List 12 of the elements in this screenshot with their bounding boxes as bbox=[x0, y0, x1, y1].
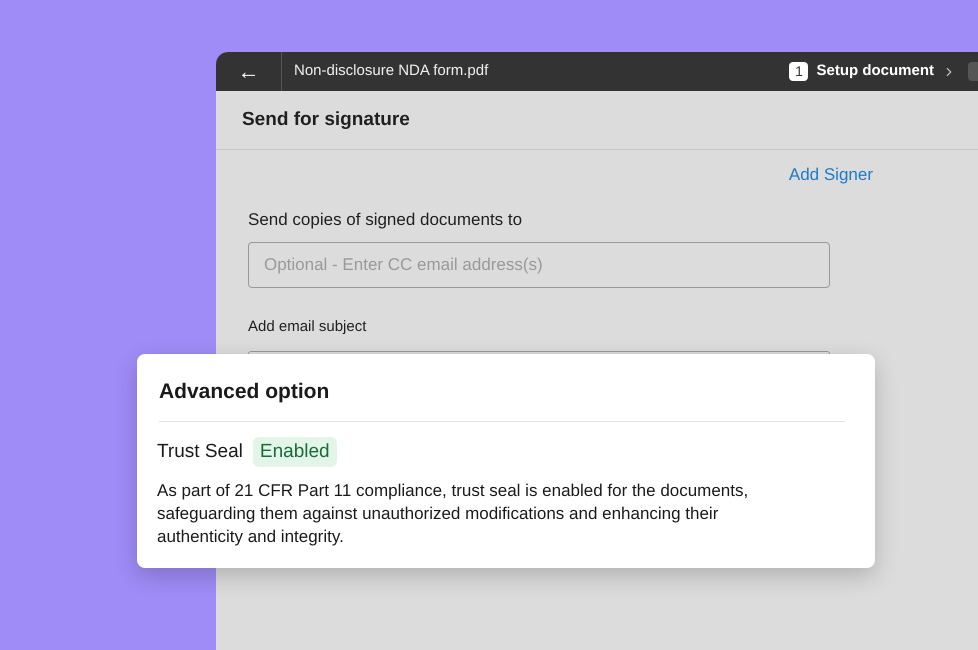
card-title: Advanced option bbox=[159, 376, 845, 422]
status-badge: Enabled bbox=[252, 436, 337, 467]
file-name: Non-disclosure NDA form.pdf bbox=[294, 61, 488, 82]
back-button[interactable]: ← bbox=[216, 52, 282, 91]
option-description: As part of 21 CFR Part 11 compliance, trust seal is enabled for the documents, safeguarding them against unauthorized modifications and enhancing their authenticity and integrity. bbox=[157, 480, 750, 548]
email-subject-field[interactable] bbox=[248, 350, 830, 354]
option-label: Trust Seal bbox=[157, 440, 243, 464]
field-label: Add email subject bbox=[248, 317, 368, 337]
cc-email-field[interactable]: Optional - Enter CC email address(s) bbox=[248, 242, 830, 288]
page-title: Send for signature bbox=[242, 108, 410, 132]
field-label: Send copies of signed documents to bbox=[248, 208, 524, 230]
step-tab[interactable]: 1 Setup document bbox=[789, 60, 934, 83]
